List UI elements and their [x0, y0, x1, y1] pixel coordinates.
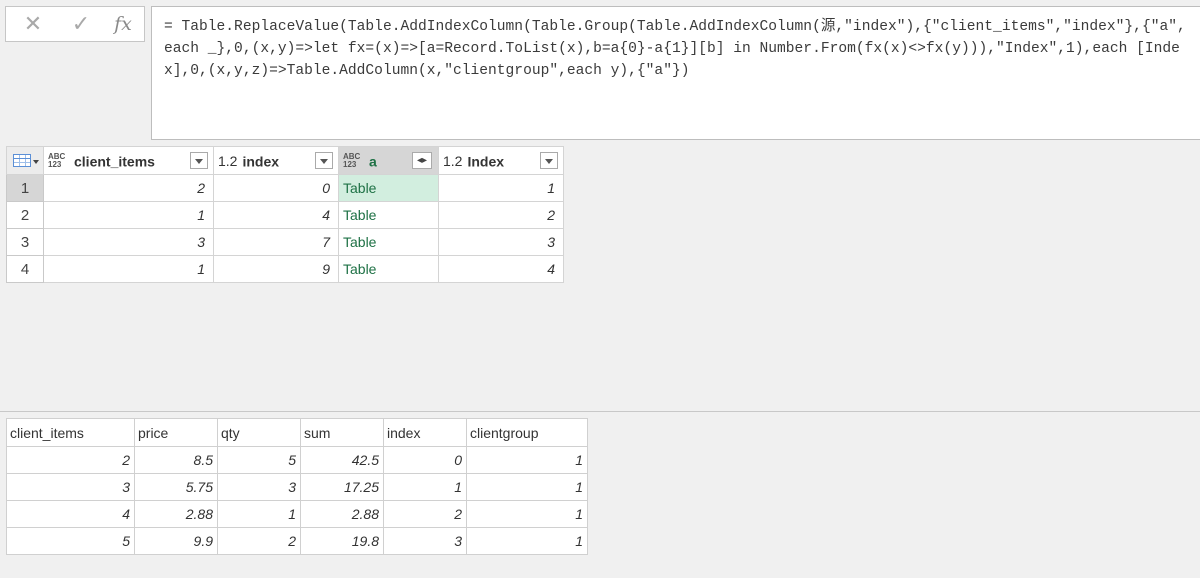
cancel-icon[interactable]: ✕ [20, 12, 46, 36]
table-row[interactable]: 3 3 7 Table 3 [6, 228, 564, 256]
table-row[interactable]: 2 1 4 Table 2 [6, 201, 564, 229]
column-label: index [242, 153, 280, 170]
formula-text[interactable]: = Table.ReplaceValue(Table.AddIndexColum… [164, 16, 1194, 82]
preview-cell: 1 [383, 473, 467, 501]
row-number[interactable]: 1 [6, 174, 44, 202]
column-header-a[interactable]: ABC 123 a ◂▸ [338, 146, 439, 175]
row-number[interactable]: 3 [6, 228, 44, 256]
cell[interactable]: 7 [213, 228, 339, 256]
preview-row: 4 2.88 1 2.88 2 1 [6, 500, 588, 528]
cell[interactable]: 2 [438, 201, 564, 229]
table-link-cell[interactable]: Table [338, 228, 439, 256]
preview-row: 2 8.5 5 42.5 0 1 [6, 446, 588, 474]
query-results-grid: ABC 123 client_items 1.2 index ABC 123 a ◂▸ 1… [6, 146, 564, 283]
expand-column-icon[interactable]: ◂▸ [412, 152, 432, 169]
preview-cell: 3 [217, 473, 301, 501]
row-number[interactable]: 2 [6, 201, 44, 229]
table-preview: client_items price qty sum index clientg… [6, 418, 588, 555]
cell[interactable]: 0 [213, 174, 339, 202]
preview-cell: 42.5 [300, 446, 384, 474]
column-header-index[interactable]: 1.2 index [213, 146, 339, 175]
preview-cell: 1 [217, 500, 301, 528]
table-link-cell[interactable]: Table [338, 201, 439, 229]
table-menu-button[interactable] [6, 146, 44, 175]
filter-dropdown-button[interactable] [540, 152, 558, 169]
preview-cell: 5 [6, 527, 135, 555]
column-label: Index [467, 153, 505, 170]
preview-cell: 17.25 [300, 473, 384, 501]
type-any-icon[interactable]: ABC 123 [48, 153, 68, 169]
formula-input[interactable]: = Table.ReplaceValue(Table.AddIndexColum… [151, 6, 1200, 140]
column-header-client-items[interactable]: ABC 123 client_items [43, 146, 214, 175]
preview-cell: 1 [466, 500, 588, 528]
preview-cell: 19.8 [300, 527, 384, 555]
table-row[interactable]: 1 2 0 Table 1 [6, 174, 564, 202]
filter-dropdown-button[interactable] [190, 152, 208, 169]
cell[interactable]: 3 [43, 228, 214, 256]
preview-cell: 3 [6, 473, 135, 501]
preview-header: qty [217, 418, 301, 447]
preview-cell: 2 [217, 527, 301, 555]
type-decimal-icon[interactable]: 1.2 [443, 153, 462, 169]
preview-cell: 1 [466, 446, 588, 474]
type-any-icon[interactable]: ABC 123 [343, 153, 363, 169]
cell[interactable]: 4 [213, 201, 339, 229]
formula-bar-buttons: ✕ ✓ fx [5, 6, 145, 42]
column-label: client_items [74, 153, 155, 170]
preview-row: 5 9.9 2 19.8 3 1 [6, 527, 588, 555]
cell[interactable]: 3 [438, 228, 564, 256]
table-row[interactable]: 4 1 9 Table 4 [6, 255, 564, 283]
type-decimal-icon[interactable]: 1.2 [218, 153, 237, 169]
cell[interactable]: 4 [438, 255, 564, 283]
column-label: a [369, 153, 377, 170]
cell[interactable]: 1 [43, 201, 214, 229]
preview-cell: 0 [383, 446, 467, 474]
table-link-cell[interactable]: Table [338, 255, 439, 283]
preview-cell: 8.5 [134, 446, 218, 474]
row-number[interactable]: 4 [6, 255, 44, 283]
table-link-cell[interactable]: Table [338, 174, 439, 202]
preview-cell: 9.9 [134, 527, 218, 555]
preview-cell: 2.88 [134, 500, 218, 528]
preview-row: 3 5.75 3 17.25 1 1 [6, 473, 588, 501]
column-header-index-2[interactable]: 1.2 Index [438, 146, 564, 175]
preview-cell: 2 [383, 500, 467, 528]
preview-cell: 5 [217, 446, 301, 474]
preview-header: price [134, 418, 218, 447]
preview-header: client_items [6, 418, 135, 447]
preview-cell: 3 [383, 527, 467, 555]
preview-splitter[interactable] [0, 411, 1200, 412]
cell[interactable]: 1 [438, 174, 564, 202]
preview-header: index [383, 418, 467, 447]
preview-cell: 1 [466, 473, 588, 501]
table-icon [13, 154, 31, 167]
fx-icon[interactable]: fx [110, 12, 136, 36]
cell[interactable]: 1 [43, 255, 214, 283]
preview-cell: 2.88 [300, 500, 384, 528]
preview-header: clientgroup [466, 418, 588, 447]
preview-cell: 5.75 [134, 473, 218, 501]
filter-dropdown-button[interactable] [315, 152, 333, 169]
preview-cell: 1 [466, 527, 588, 555]
chevron-down-icon [33, 160, 39, 164]
preview-cell: 4 [6, 500, 135, 528]
preview-cell: 2 [6, 446, 135, 474]
preview-header: sum [300, 418, 384, 447]
cell[interactable]: 2 [43, 174, 214, 202]
cell[interactable]: 9 [213, 255, 339, 283]
commit-icon[interactable]: ✓ [68, 12, 94, 36]
